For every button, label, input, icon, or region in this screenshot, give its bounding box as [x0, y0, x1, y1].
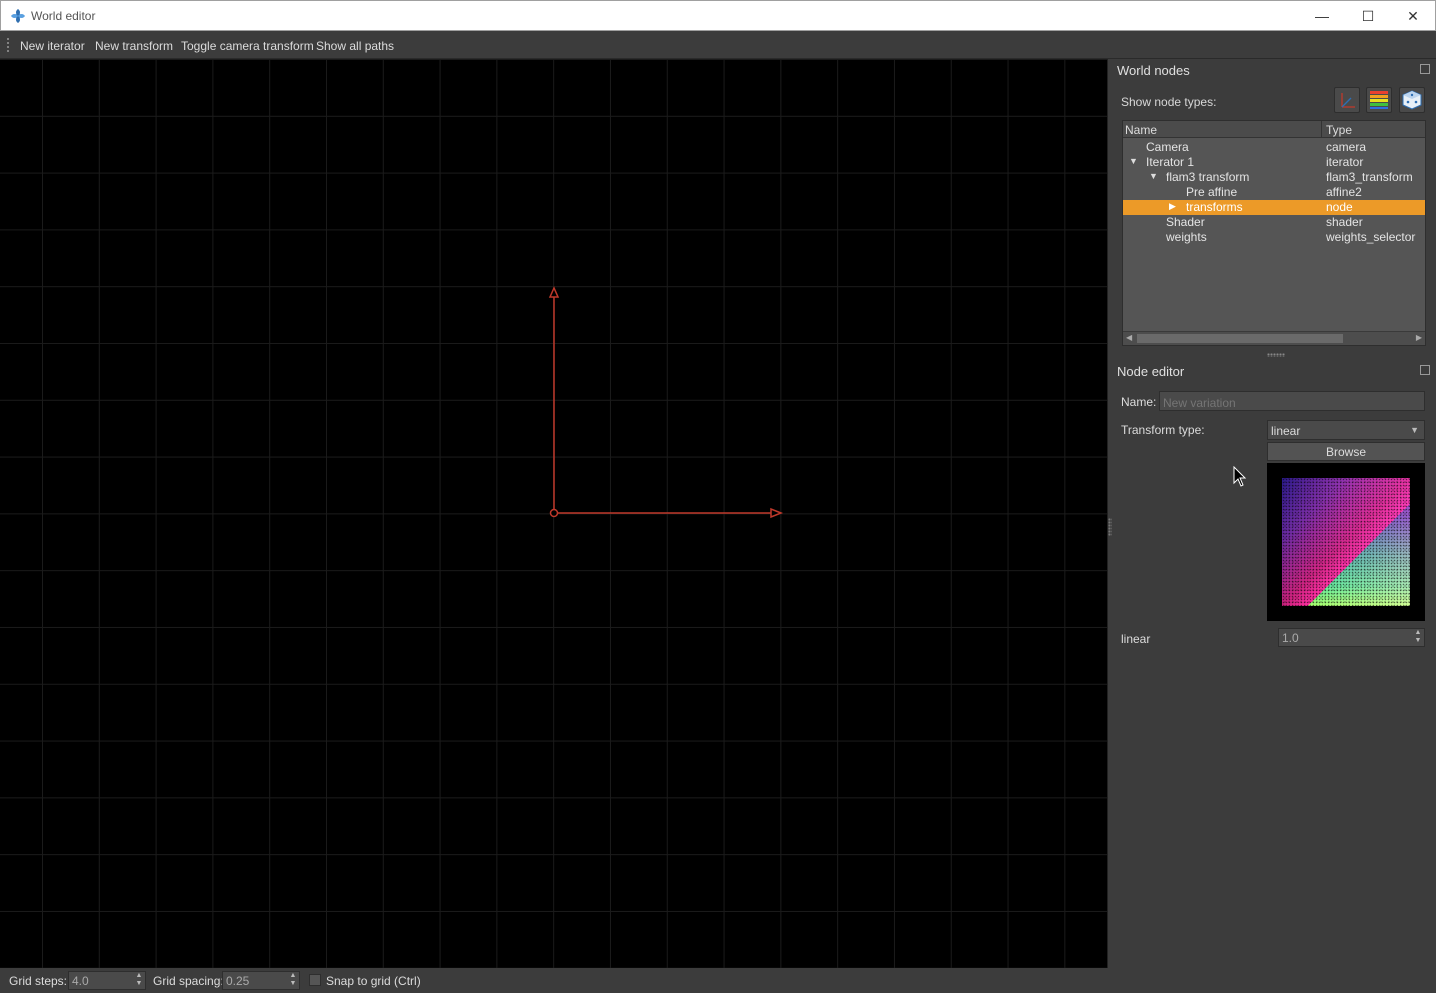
filter-shader-button[interactable]: [1366, 87, 1392, 113]
tree-row-name: flam3 transform: [1166, 170, 1250, 184]
tree-header: Name Type: [1123, 121, 1425, 138]
panel-resize-handle[interactable]: [1267, 353, 1285, 357]
title-bar: World editor — ☐ ✕: [0, 0, 1436, 31]
tree-row-type: weights_selector: [1326, 230, 1416, 244]
close-icon: ✕: [1407, 7, 1419, 24]
variation-preview: [1267, 463, 1425, 621]
filter-transform-button[interactable]: [1334, 87, 1360, 113]
column-separator[interactable]: [1321, 121, 1322, 138]
maximize-icon: ☐: [1361, 7, 1375, 24]
show-all-paths-button[interactable]: Show all paths: [316, 39, 394, 53]
grid-steps-label: Grid steps:: [9, 974, 68, 988]
window-title: World editor: [31, 9, 96, 23]
undock-icon[interactable]: [1420, 64, 1430, 74]
grid-steps-value: 4.0: [72, 974, 89, 988]
undock-icon[interactable]: [1420, 365, 1430, 375]
snap-to-grid-checkbox[interactable]: [309, 974, 321, 986]
tree-row-weights[interactable]: weights weights_selector: [1123, 230, 1425, 245]
browse-button[interactable]: Browse: [1267, 442, 1425, 461]
x-axis-arrow-icon: [770, 507, 784, 519]
spin-arrows-icon[interactable]: ▲ ▼: [288, 972, 298, 989]
name-label: Name:: [1121, 395, 1157, 409]
grid-steps-spinbox[interactable]: 4.0 ▲ ▼: [68, 971, 146, 990]
toolbar-grip-icon[interactable]: [6, 37, 10, 53]
status-bar: Grid steps: 4.0 ▲ ▼ Grid spacing: 0.25 ▲ ▼…: [0, 968, 1436, 993]
horizontal-scrollbar[interactable]: ◀ ▶: [1123, 331, 1425, 345]
transform-type-select[interactable]: linear ▼: [1267, 420, 1425, 440]
new-iterator-button[interactable]: New iterator: [20, 39, 85, 53]
node-name-input[interactable]: [1159, 391, 1425, 411]
tree-row-type: node: [1326, 200, 1353, 214]
node-editor-title: Node editor: [1117, 364, 1185, 379]
minimize-button[interactable]: —: [1299, 1, 1345, 31]
world-viewport[interactable]: [0, 59, 1108, 968]
collapse-arrow-icon[interactable]: ▼: [1149, 171, 1158, 181]
minimize-icon: —: [1315, 8, 1329, 24]
spin-arrows-icon[interactable]: ▲ ▼: [1413, 629, 1423, 646]
close-button[interactable]: ✕: [1390, 1, 1436, 31]
world-nodes-tree[interactable]: Name Type Camera camera ▼ Iterator 1 ite…: [1122, 120, 1426, 346]
tree-row-flam3-transform[interactable]: ▼ flam3 transform flam3_transform: [1123, 170, 1425, 185]
world-nodes-title: World nodes: [1117, 63, 1190, 78]
grid-spacing-label: Grid spacing:: [153, 974, 224, 988]
show-node-types-label: Show node types:: [1121, 95, 1217, 109]
toggle-camera-transform-button[interactable]: Toggle camera transform: [181, 39, 314, 53]
world-nodes-panel: World nodes Show node types: Name Type C…: [1112, 59, 1436, 359]
tree-row-shader[interactable]: Shader shader: [1123, 215, 1425, 230]
expand-arrow-icon[interactable]: ▶: [1169, 201, 1176, 212]
tree-row-type: shader: [1326, 215, 1363, 229]
tree-row-name: Camera: [1146, 140, 1189, 154]
tree-row-type: affine2: [1326, 185, 1362, 199]
tree-row-pre-affine[interactable]: Pre affine affine2: [1123, 185, 1425, 200]
tree-row-transforms[interactable]: ▶ transforms node: [1123, 200, 1425, 215]
tree-row-name: transforms: [1186, 200, 1243, 214]
spin-arrows-icon[interactable]: ▲ ▼: [134, 972, 144, 989]
node-editor-panel: Node editor Name: Transform type: linear…: [1112, 361, 1436, 661]
variation-preview-image: [1282, 478, 1410, 606]
type-column-header[interactable]: Type: [1326, 123, 1352, 137]
scrollbar-thumb[interactable]: [1137, 334, 1343, 343]
dice-icon: [1402, 90, 1422, 110]
affine-transform-gizmo[interactable]: [0, 59, 1108, 968]
toolbar: New iterator New transform Toggle camera…: [0, 31, 1436, 59]
tree-row-name: Shader: [1166, 215, 1205, 229]
collapse-arrow-icon[interactable]: ▼: [1129, 156, 1138, 166]
y-axis-arrow-icon: [548, 286, 560, 298]
axes-icon: [1341, 93, 1355, 108]
tree-row-type: iterator: [1326, 155, 1364, 169]
transform-type-label: Transform type:: [1121, 423, 1205, 437]
tree-row-name: Pre affine: [1186, 185, 1238, 199]
maximize-button[interactable]: ☐: [1345, 1, 1391, 31]
weight-label: linear: [1121, 632, 1151, 646]
app-logo-icon: [11, 9, 25, 23]
scroll-right-icon[interactable]: ▶: [1416, 333, 1422, 342]
new-transform-button[interactable]: New transform: [95, 39, 173, 53]
weight-value: 1.0: [1282, 631, 1299, 645]
tree-row-camera[interactable]: Camera camera: [1123, 140, 1425, 155]
tree-row-iterator[interactable]: ▼ Iterator 1 iterator: [1123, 155, 1425, 170]
name-column-header[interactable]: Name: [1125, 123, 1157, 137]
tree-row-type: camera: [1326, 140, 1367, 154]
scroll-left-icon[interactable]: ◀: [1126, 333, 1132, 342]
tree-row-name: Iterator 1: [1146, 155, 1195, 169]
filter-random-button[interactable]: [1399, 87, 1425, 113]
color-palette-icon: [1370, 91, 1388, 109]
grid-spacing-spinbox[interactable]: 0.25 ▲ ▼: [222, 971, 300, 990]
mouse-cursor-icon: [1233, 466, 1247, 487]
origin-handle-icon: [549, 508, 559, 518]
transform-type-value: linear: [1271, 424, 1301, 438]
weight-spinbox[interactable]: 1.0 ▲ ▼: [1278, 628, 1425, 647]
grid-spacing-value: 0.25: [226, 974, 250, 988]
chevron-down-icon: ▼: [1410, 425, 1419, 435]
tree-row-type: flam3_transform: [1326, 170, 1413, 184]
tree-row-name: weights: [1166, 230, 1207, 244]
snap-to-grid-label[interactable]: Snap to grid (Ctrl): [326, 974, 421, 988]
